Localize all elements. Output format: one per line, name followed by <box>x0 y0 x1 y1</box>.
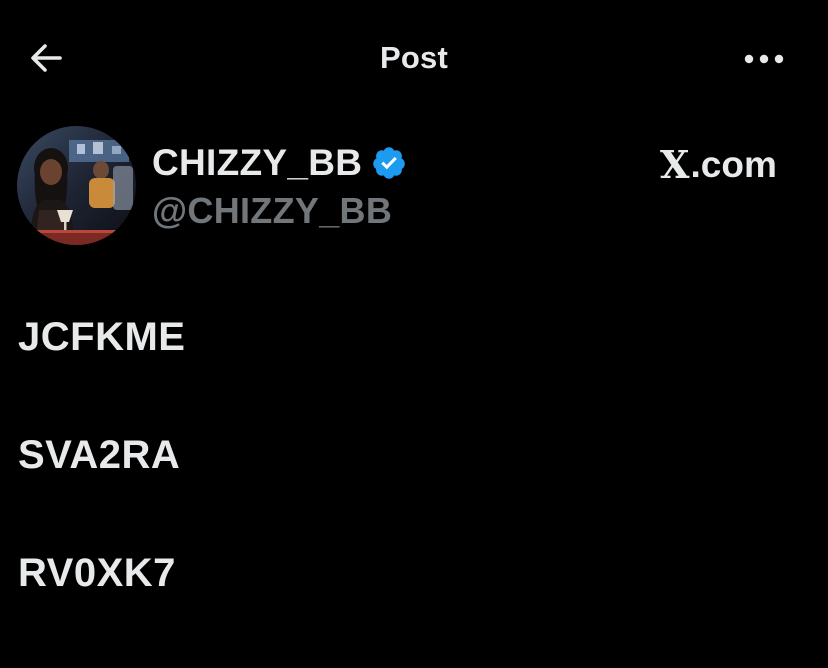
post-line-2: SVA2RA <box>18 433 181 477</box>
post-line-1: JCFKME <box>18 315 186 359</box>
more-horizontal-icon <box>744 54 784 64</box>
avatar[interactable] <box>17 126 136 245</box>
display-name-row: CHIZZY_BB <box>152 140 407 186</box>
author-info: CHIZZY_BB @CHIZZY_BB <box>152 140 407 232</box>
source-label: X .com <box>660 142 777 187</box>
x-logo: X <box>660 142 690 187</box>
avatar-photo <box>17 126 136 245</box>
handle[interactable]: @CHIZZY_BB <box>152 190 407 232</box>
post-line-3: RV0XK7 <box>18 551 176 595</box>
verified-badge-icon[interactable] <box>371 145 407 181</box>
post-text: JCFKME SVA2RA RV0XK7 <box>18 314 185 668</box>
source-suffix: .com <box>690 143 777 185</box>
author-row: CHIZZY_BB @CHIZZY_BB X .com <box>0 126 828 248</box>
more-options-button[interactable] <box>738 40 790 76</box>
top-bar: Post <box>0 0 828 118</box>
page-title: Post <box>380 40 448 75</box>
display-name[interactable]: CHIZZY_BB <box>152 142 362 184</box>
